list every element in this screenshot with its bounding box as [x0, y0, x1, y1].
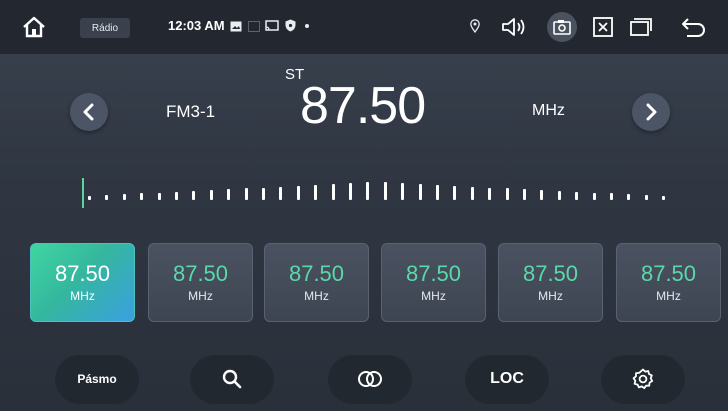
dial-tick	[105, 195, 109, 200]
dial-tick	[418, 184, 422, 200]
clock: 12:03 AM	[168, 18, 225, 33]
dial-tick	[575, 192, 579, 200]
shield-icon	[284, 18, 296, 32]
dial-tick	[157, 193, 161, 200]
stereo-button[interactable]	[328, 354, 412, 404]
dial-tick	[383, 182, 387, 200]
dial-tick	[314, 185, 318, 200]
dial-tick	[662, 196, 666, 200]
preset-frequency: 87.50	[288, 261, 345, 286]
preset-unit: MHz	[421, 289, 446, 303]
preset-unit: MHz	[656, 289, 681, 303]
preset-button-2[interactable]: 87.50 MHz	[148, 243, 253, 322]
current-frequency: 87.50	[300, 77, 426, 135]
dial-tick	[244, 188, 248, 200]
status-bar: Rádio 12:03 AM	[0, 0, 728, 54]
band-button[interactable]: Pásmo	[55, 354, 139, 404]
home-button[interactable]	[20, 14, 48, 40]
band-label: FM3-1	[166, 102, 216, 121]
screenshot-button[interactable]	[547, 12, 577, 42]
preset-button-6[interactable]: 87.50 MHz	[616, 243, 721, 322]
recent-apps-icon	[630, 18, 652, 36]
dial-tick	[610, 193, 613, 200]
dial-tick	[122, 194, 126, 200]
volume-button[interactable]	[497, 12, 531, 42]
close-box-icon	[593, 17, 613, 37]
dial-tick	[331, 184, 335, 200]
preset-list: 87.50 MHz 87.50 MHz 87.50 MHz 87.50 MHz 87.50 MHz…	[0, 243, 728, 323]
search-icon	[222, 369, 242, 389]
recent-apps-button[interactable]	[626, 14, 656, 40]
dial-tick	[227, 189, 231, 200]
dial-tick	[488, 188, 492, 200]
app-title: Rádio	[80, 18, 130, 38]
preset-unit: MHz	[304, 289, 329, 303]
dial-tick	[470, 187, 474, 200]
dial-tick	[349, 183, 352, 200]
seek-next-button[interactable]	[632, 93, 670, 131]
home-icon	[23, 16, 45, 38]
dial-tick	[279, 187, 283, 200]
dial-tick	[540, 190, 544, 200]
tuning-needle[interactable]	[82, 178, 84, 208]
dial-tick	[262, 188, 265, 200]
dial-tick	[436, 185, 439, 200]
image-icon	[230, 20, 242, 32]
frequency-unit: MHz	[532, 102, 565, 119]
dial-tick	[644, 195, 648, 200]
preset-frequency: 87.50	[405, 261, 462, 286]
dial-tick	[627, 194, 631, 200]
dial-tick	[192, 191, 196, 200]
preset-button-3[interactable]: 87.50 MHz	[264, 243, 369, 322]
dial-tick	[523, 189, 526, 200]
back-icon	[682, 18, 705, 37]
preset-button-5[interactable]: 87.50 MHz	[498, 243, 603, 322]
search-button[interactable]	[190, 354, 274, 404]
preset-unit: MHz	[188, 289, 213, 303]
preset-unit: MHz	[70, 289, 95, 303]
dial-tick	[592, 193, 596, 200]
dial-tick	[401, 183, 405, 200]
seek-prev-button[interactable]	[70, 93, 108, 131]
close-app-button[interactable]	[590, 14, 616, 40]
dial-tick	[557, 191, 561, 200]
tuning-dial[interactable]	[78, 176, 668, 210]
settings-button[interactable]	[601, 354, 685, 404]
preset-frequency: 87.50	[172, 261, 229, 286]
dial-tick	[296, 186, 300, 200]
chevron-right-icon	[646, 103, 657, 121]
notification-dot	[305, 24, 309, 28]
preset-button-1[interactable]: 87.50 MHz	[30, 243, 135, 322]
dial-tick	[88, 196, 91, 200]
dial-tick	[453, 186, 457, 200]
grid-icon	[248, 20, 260, 32]
stereo-icon	[358, 371, 382, 387]
preset-unit: MHz	[538, 289, 563, 303]
loc-button[interactable]: LOC	[465, 354, 549, 404]
gear-icon	[632, 368, 654, 390]
location-pin-icon	[468, 16, 482, 36]
dial-tick	[140, 193, 144, 200]
dial-tick	[209, 190, 213, 200]
back-button[interactable]	[678, 14, 710, 40]
dial-tick	[366, 182, 370, 200]
preset-frequency: 87.50	[54, 261, 111, 286]
cast-icon	[265, 19, 279, 32]
chevron-left-icon	[83, 103, 94, 121]
dial-tick	[175, 192, 178, 200]
screenshot-icon	[553, 20, 571, 35]
dial-tick	[505, 188, 509, 200]
preset-button-4[interactable]: 87.50 MHz	[381, 243, 486, 322]
preset-frequency: 87.50	[522, 261, 579, 286]
volume-icon	[502, 18, 525, 36]
preset-frequency: 87.50	[640, 261, 697, 286]
